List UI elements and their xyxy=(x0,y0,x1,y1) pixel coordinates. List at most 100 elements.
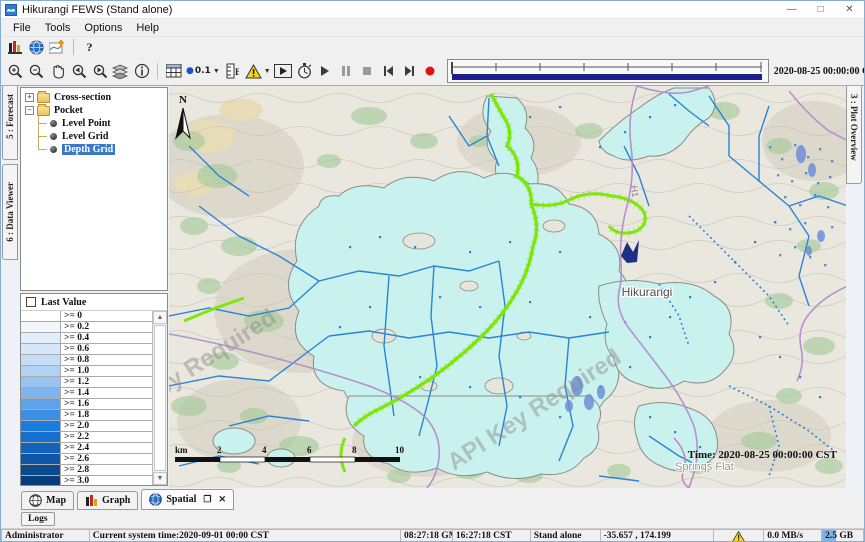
scroll-up-icon[interactable]: ▲ xyxy=(153,311,167,324)
menu-help[interactable]: Help xyxy=(129,21,166,35)
chevron-down-icon: ▼ xyxy=(264,68,271,75)
tree-item-pocket[interactable]: − Pocket xyxy=(21,104,167,117)
warnings-dropdown[interactable]: ▼ xyxy=(243,61,273,81)
tab-maximize-icon[interactable]: ❐ xyxy=(203,494,211,505)
zoom-previous-button[interactable] xyxy=(68,61,89,81)
zoom-next-button[interactable] xyxy=(89,61,110,81)
help-icon: ? xyxy=(87,40,93,55)
animation-button[interactable] xyxy=(273,61,294,81)
app-icon xyxy=(5,4,17,16)
tree-item-cross-section[interactable]: + Cross-section xyxy=(21,91,167,104)
maximize-button[interactable]: □ xyxy=(806,1,835,18)
node-bullet-icon xyxy=(50,146,57,153)
database-button[interactable] xyxy=(5,37,26,57)
chevron-down-icon: ▼ xyxy=(213,68,220,75)
legend-row[interactable]: >= 0 xyxy=(21,311,152,322)
map-time-label: Time: 2020-08-25 00:00:00 CST xyxy=(688,449,838,461)
legend-label: >= 1.2 xyxy=(61,377,152,387)
tree-item-label: Cross-section xyxy=(54,92,111,103)
map-canvas[interactable]: API Key Required API Key Required Hikura… xyxy=(169,86,846,488)
tree-item-level-grid[interactable]: Level Grid xyxy=(30,130,167,143)
title-bar[interactable]: Hikurangi FEWS (Stand alone) — □ ✕ xyxy=(1,1,864,19)
legend-row[interactable]: >= 1.0 xyxy=(21,366,152,377)
status-warning[interactable] xyxy=(713,529,763,542)
legend-panel: Last Value >= 0>= 0.2>= 0.4>= 0.6>= 0.8>… xyxy=(20,293,168,486)
legend-row[interactable]: >= 1.4 xyxy=(21,388,152,399)
blue-globe-icon xyxy=(149,493,162,506)
last-step-button[interactable] xyxy=(399,61,420,81)
scroll-thumb[interactable] xyxy=(154,325,166,471)
legend-row-list: >= 0>= 0.2>= 0.4>= 0.6>= 0.8>= 1.0>= 1.2… xyxy=(21,311,153,485)
scale-tick-label: 10 xyxy=(395,445,405,455)
minimize-button[interactable]: — xyxy=(777,1,806,18)
legend-row[interactable]: >= 3.0 xyxy=(21,476,152,485)
info-button[interactable] xyxy=(131,61,152,81)
help-button[interactable]: ? xyxy=(79,37,100,57)
chart-arrow-icon xyxy=(49,40,66,55)
legend-swatch xyxy=(21,421,61,431)
legend-label: >= 1.8 xyxy=(61,410,152,420)
pause-button[interactable] xyxy=(336,61,357,81)
zoom-in-button[interactable] xyxy=(5,61,26,81)
legend-swatch xyxy=(21,333,61,343)
scale-tick-label: 6 xyxy=(307,445,312,455)
zoom-out-button[interactable] xyxy=(26,61,47,81)
tab-spatial[interactable]: Spatial ❐ ✕ xyxy=(141,489,234,510)
legend-row[interactable]: >= 0.2 xyxy=(21,322,152,333)
tab-data-viewer[interactable]: 6 : Data Viewer xyxy=(2,164,18,260)
scale-ruler-button[interactable]: E xyxy=(222,61,243,81)
legend-row[interactable]: >= 1.8 xyxy=(21,410,152,421)
collapse-icon[interactable]: − xyxy=(25,106,34,115)
legend-row[interactable]: >= 2.2 xyxy=(21,432,152,443)
legend-row[interactable]: >= 1.6 xyxy=(21,399,152,410)
legend-row[interactable]: >= 1.2 xyxy=(21,377,152,388)
layer-tree: + Cross-section − Pocket Level Point xyxy=(20,87,168,291)
tab-plot-overview[interactable]: 3 : Plot Overview xyxy=(846,86,862,184)
layers-button[interactable] xyxy=(110,61,131,81)
tab-forecast[interactable]: 5 : Forecast xyxy=(2,86,18,160)
legend-row[interactable]: >= 2.8 xyxy=(21,465,152,476)
time-slider[interactable] xyxy=(447,59,769,83)
menu-options[interactable]: Options xyxy=(77,21,129,35)
tab-close-icon[interactable]: ✕ xyxy=(218,494,226,505)
tree-item-level-point[interactable]: Level Point xyxy=(30,117,167,130)
legend-row[interactable]: >= 0.4 xyxy=(21,333,152,344)
logs-button[interactable]: Logs xyxy=(21,512,55,526)
stopwatch-icon xyxy=(296,63,313,80)
tree-item-depth-grid[interactable]: Depth Grid xyxy=(30,143,167,156)
close-button[interactable]: ✕ xyxy=(835,1,864,18)
stop-button[interactable] xyxy=(357,61,378,81)
legend-scrollbar[interactable]: ▲ ▼ xyxy=(153,311,167,485)
record-icon xyxy=(424,65,436,77)
node-bullet-icon xyxy=(50,133,57,140)
ruler-icon: E xyxy=(225,63,239,79)
legend-row[interactable]: >= 2.4 xyxy=(21,443,152,454)
legend-row[interactable]: >= 2.0 xyxy=(21,421,152,432)
map-display-button[interactable] xyxy=(26,37,47,57)
first-step-button[interactable] xyxy=(378,61,399,81)
folder-icon xyxy=(37,93,50,103)
menu-file[interactable]: File xyxy=(6,21,38,35)
status-memory: 2.5 GB xyxy=(821,529,864,542)
legend-row[interactable]: >= 0.6 xyxy=(21,344,152,355)
spatial-display-button[interactable] xyxy=(47,37,68,57)
tab-map[interactable]: Map xyxy=(21,491,74,510)
time-settings-button[interactable] xyxy=(294,61,315,81)
play-button[interactable] xyxy=(315,61,336,81)
scroll-down-icon[interactable]: ▼ xyxy=(153,472,167,485)
legend-swatch xyxy=(21,377,61,387)
legend-row[interactable]: >= 0.8 xyxy=(21,355,152,366)
contour-interval-dropdown[interactable]: ●0.1 ▼ xyxy=(184,61,222,81)
record-button[interactable] xyxy=(420,61,441,81)
tree-item-label: Level Grid xyxy=(62,131,108,142)
last-value-checkbox[interactable] xyxy=(26,297,36,307)
legend-row[interactable]: >= 2.6 xyxy=(21,454,152,465)
main-toolbar: ? xyxy=(1,37,864,57)
expand-icon[interactable]: + xyxy=(25,93,34,102)
pan-button[interactable] xyxy=(47,61,68,81)
grid-display-button[interactable] xyxy=(163,61,184,81)
legend-swatch xyxy=(21,344,61,354)
tab-graph[interactable]: Graph xyxy=(77,491,138,510)
menu-tools[interactable]: Tools xyxy=(38,21,78,35)
legend-label: >= 2.0 xyxy=(61,421,152,431)
